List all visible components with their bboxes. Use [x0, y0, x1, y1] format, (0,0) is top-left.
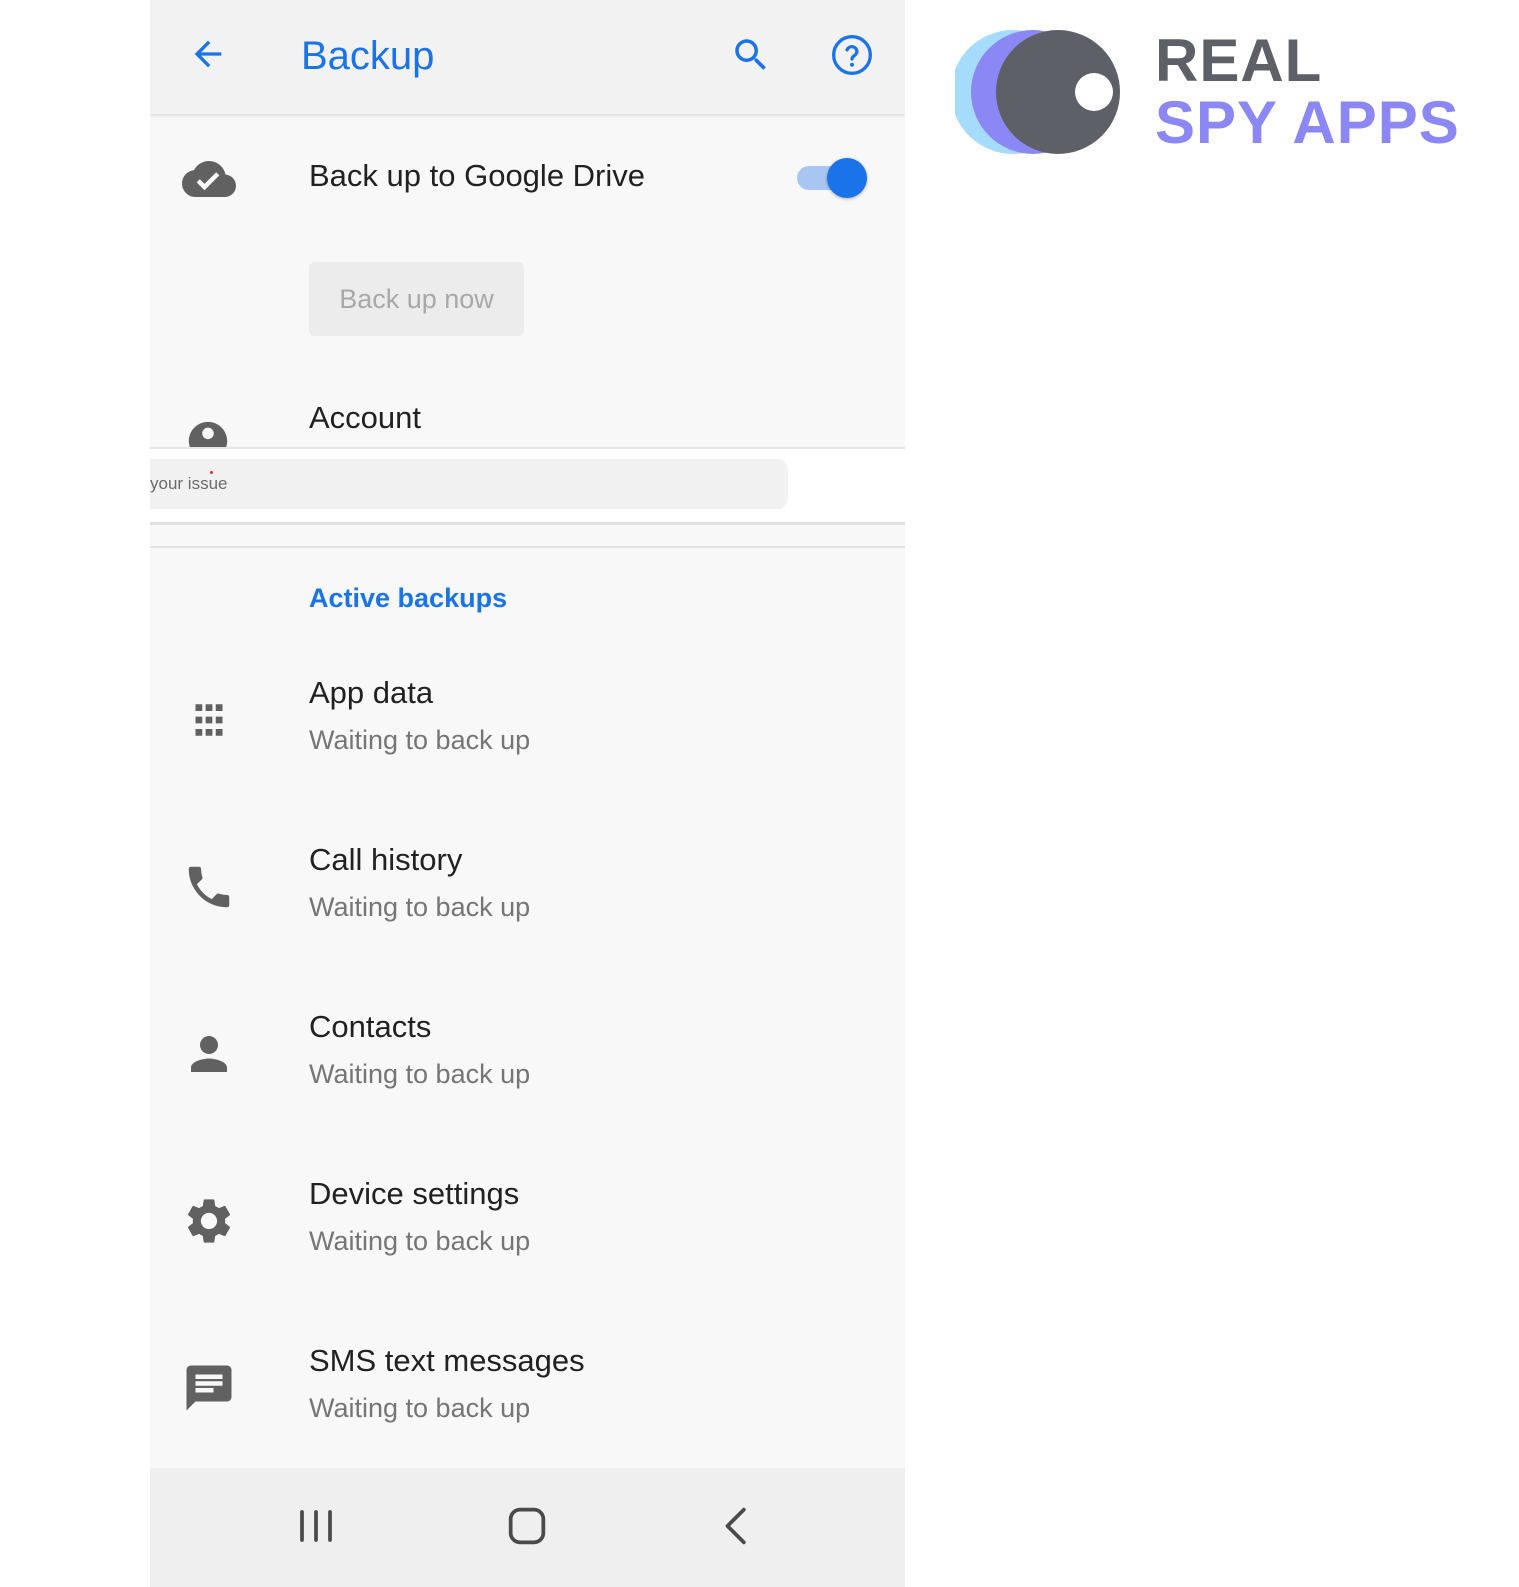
- account-label: Account: [309, 400, 422, 435]
- list-item-title: Contacts: [309, 1009, 432, 1044]
- brand-word-real: REAL: [1155, 27, 1323, 94]
- list-item-status: Waiting to back up: [309, 725, 531, 755]
- drive-backup-toggle[interactable]: [795, 158, 867, 198]
- list-item-status: Waiting to back up: [309, 1393, 531, 1423]
- cloud-check-icon: [182, 161, 236, 197]
- brand-word-spy-apps: SPY APPS: [1155, 89, 1460, 156]
- phone-screen: Backup Back up to Google Drive Back up n…: [150, 0, 905, 1587]
- cursor-dot: [210, 471, 213, 474]
- list-item-title: Call history: [309, 842, 463, 877]
- message-icon: [186, 1365, 232, 1411]
- arrow-left-icon[interactable]: [188, 34, 228, 74]
- system-navigation-bar: [150, 1468, 905, 1587]
- app-bar: Backup: [150, 0, 905, 114]
- list-item-status: Waiting to back up: [309, 1226, 531, 1256]
- help-circle-icon[interactable]: [830, 33, 874, 77]
- apps-grid-icon: [195, 704, 223, 736]
- brand-mark-icon: [955, 30, 1120, 154]
- search-icon[interactable]: [730, 34, 772, 76]
- real-spy-apps-logo: REAL SPY APPS: [955, 28, 1495, 158]
- overlay-strip: your issue: [150, 447, 905, 525]
- divider: [150, 546, 905, 548]
- backup-now-button[interactable]: Back up now: [309, 262, 524, 336]
- drive-backup-label: Back up to Google Drive: [309, 158, 646, 193]
- gear-icon: [187, 1199, 231, 1243]
- person-icon: [191, 1036, 227, 1072]
- list-item-title: App data: [309, 675, 434, 710]
- recents-icon[interactable]: [288, 1498, 344, 1554]
- toggle-thumb: [827, 158, 867, 198]
- list-item-title: SMS text messages: [309, 1343, 585, 1378]
- nav-back-icon[interactable]: [710, 1498, 766, 1554]
- issue-input[interactable]: [150, 459, 788, 509]
- phone-icon: [188, 866, 230, 908]
- list-item-status: Waiting to back up: [309, 1059, 531, 1089]
- issue-input-text: your issue: [150, 474, 228, 493]
- home-icon[interactable]: [499, 1498, 555, 1554]
- list-item-title: Device settings: [309, 1176, 520, 1211]
- page-title: Backup: [301, 34, 435, 78]
- list-item-status: Waiting to back up: [309, 892, 531, 922]
- active-backups-header: Active backups: [309, 583, 508, 613]
